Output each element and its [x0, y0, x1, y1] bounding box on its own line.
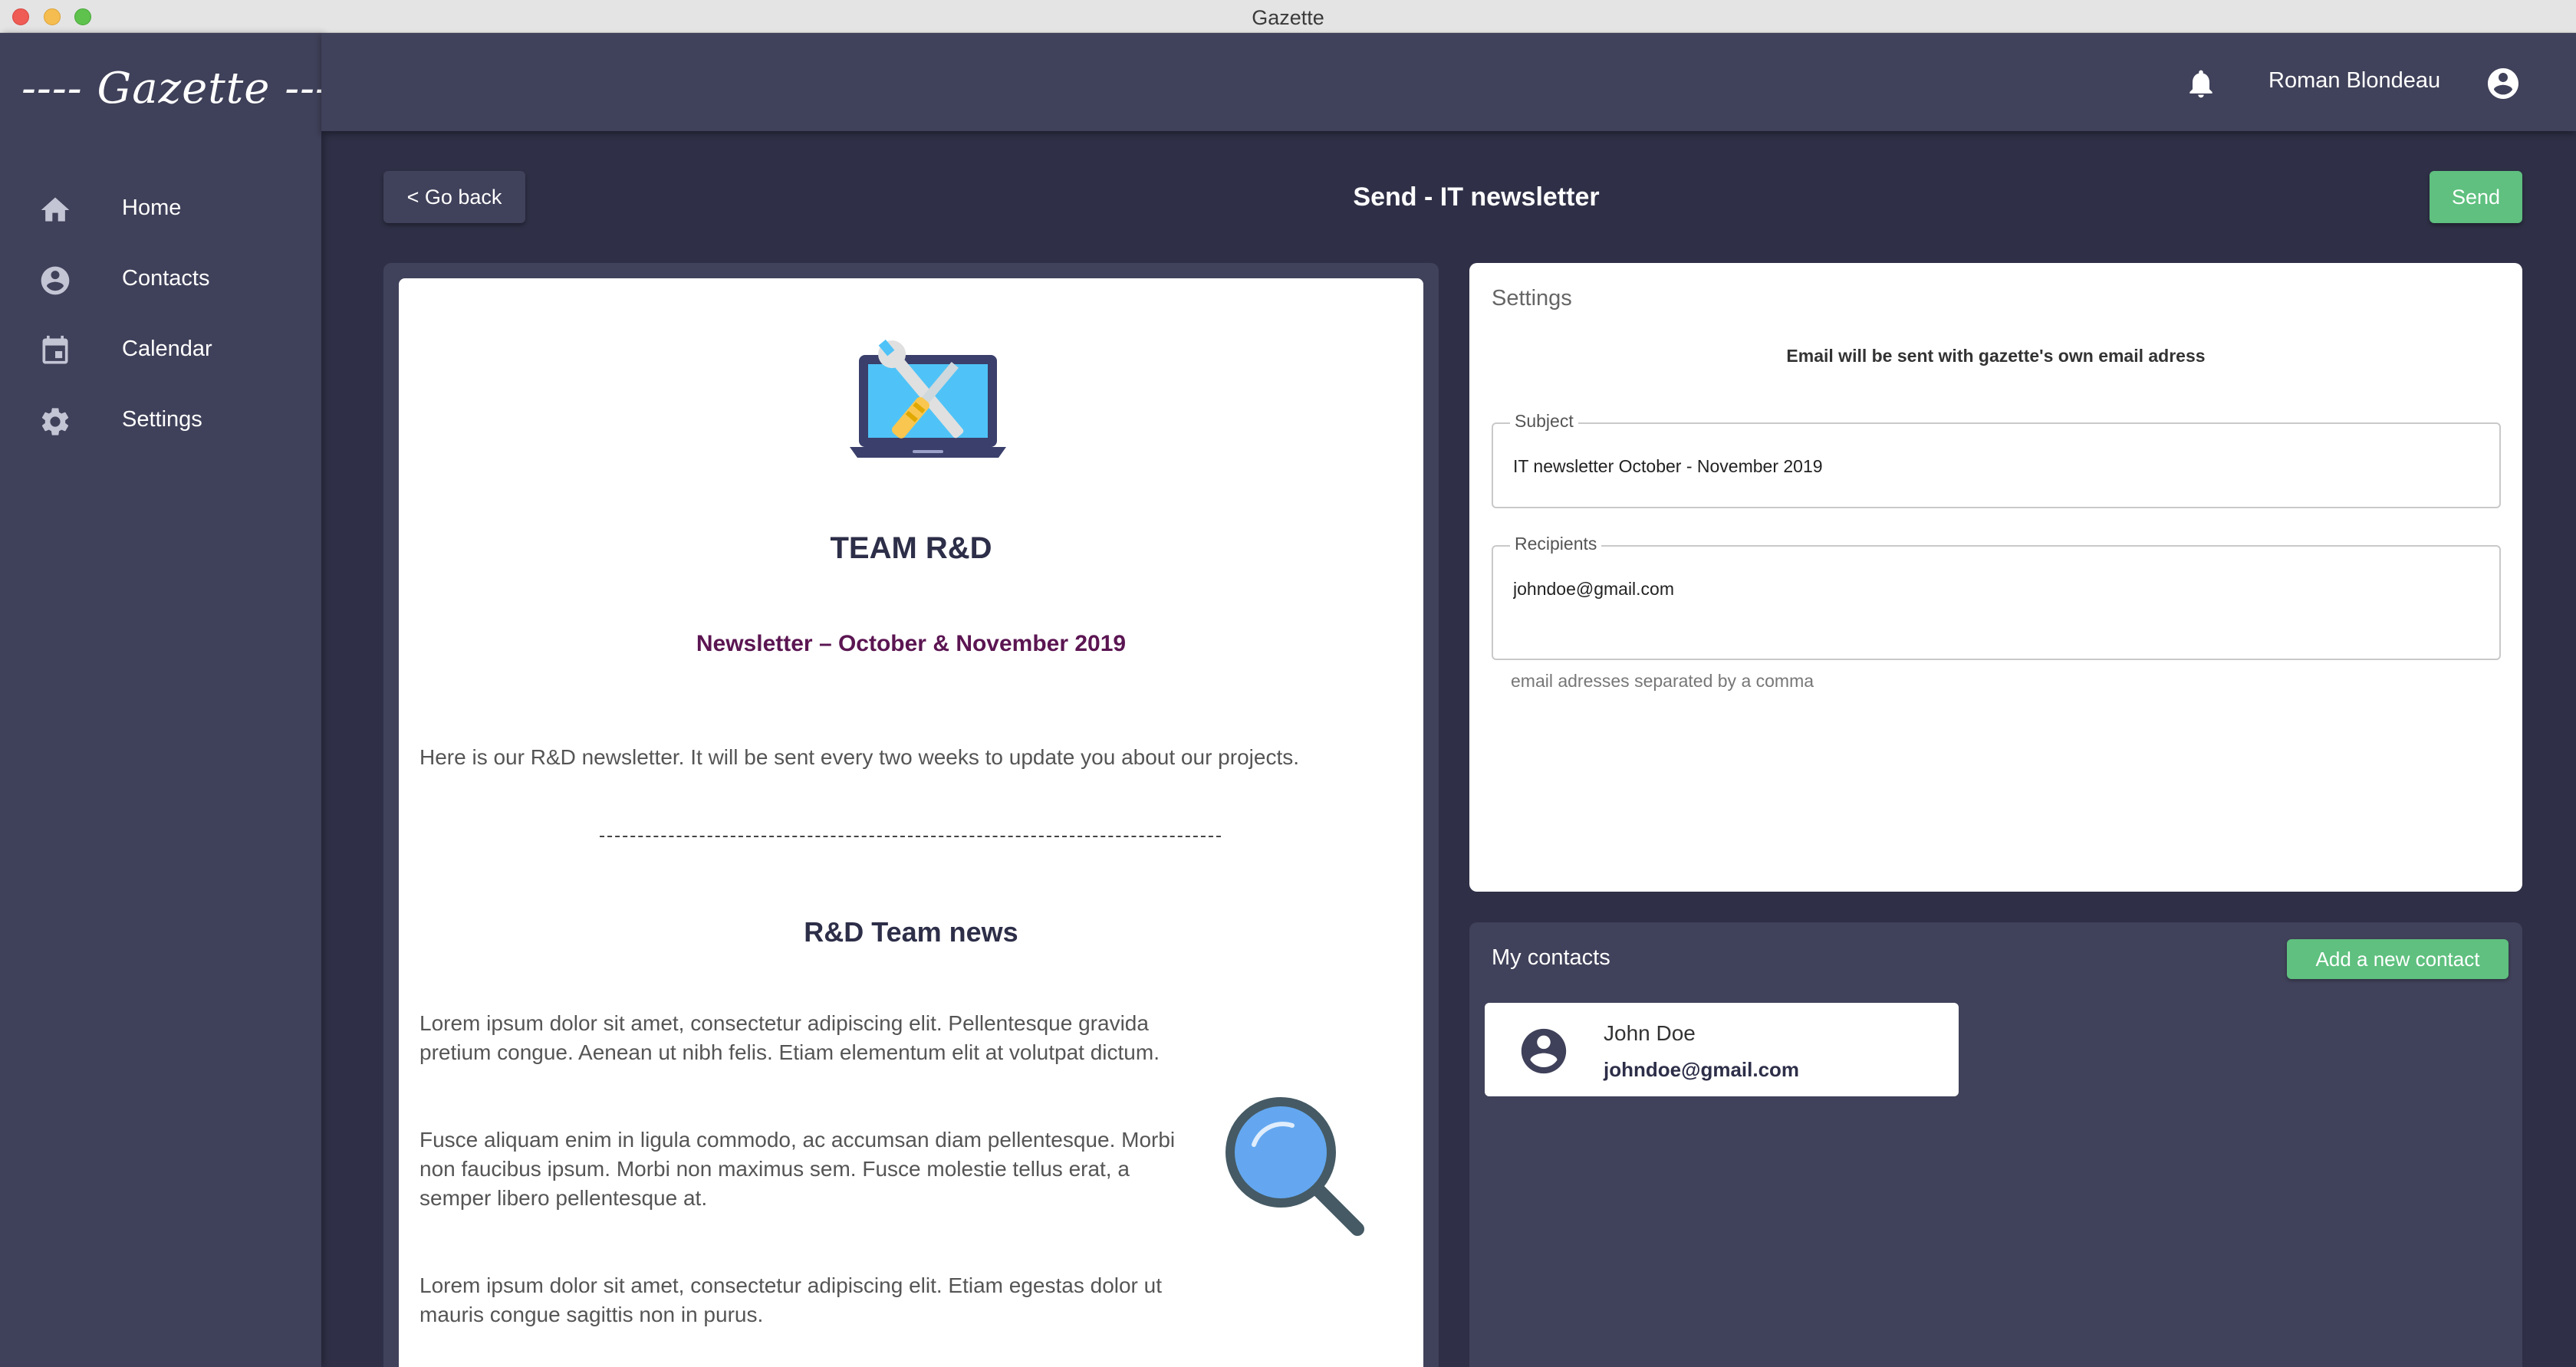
sidebar-item-home[interactable]: Home — [0, 178, 321, 239]
newsletter-paragraph: Lorem ipsum dolor sit amet, consectetur … — [419, 1011, 1160, 1064]
recipients-input[interactable] — [1513, 579, 2479, 600]
send-button[interactable]: Send — [2430, 171, 2522, 223]
account-circle-icon — [41, 266, 70, 295]
subject-label: Subject — [1510, 411, 1578, 432]
sidebar: ---- Gazette ---- Home Contacts Calendar… — [0, 33, 345, 1367]
user-name[interactable]: Roman Blondeau — [2268, 68, 2440, 94]
add-contact-button[interactable]: Add a new contact — [2287, 939, 2509, 979]
window-title: Gazette — [1252, 6, 1324, 29]
newsletter-preview[interactable]: TEAM R&D Newsletter – October & November… — [399, 278, 1423, 1367]
settings-title: Settings — [1492, 286, 1572, 311]
bell-icon[interactable] — [2184, 67, 2218, 100]
sidebar-item-contacts[interactable]: Contacts — [0, 248, 321, 310]
calendar-icon — [42, 335, 68, 364]
settings-panel: Settings Email will be sent with gazette… — [1469, 263, 2522, 892]
brand-logo: ---- Gazette ---- — [21, 64, 346, 113]
page-title: Send - IT newsletter — [1353, 182, 1600, 212]
magnifier-illustration — [1225, 1097, 1364, 1236]
subject-input[interactable] — [1513, 456, 2479, 477]
account-circle-icon[interactable] — [2485, 65, 2522, 102]
recipients-field[interactable]: Recipients — [1492, 534, 2501, 660]
sidebar-item-label: Settings — [122, 407, 202, 432]
contact-card[interactable]: John Doe johndoe@gmail.com — [1485, 1003, 1959, 1096]
sidebar-item-settings[interactable]: Settings — [0, 389, 321, 451]
newsletter-intro: Here is our R&D newsletter. It will be s… — [419, 745, 1300, 769]
gear-icon — [41, 408, 69, 435]
laptop-tools-illustration — [850, 339, 1006, 458]
newsletter-section-title: R&D Team news — [804, 916, 1018, 948]
contacts-panel: My contacts Add a new contact John Doe j… — [1469, 922, 2522, 1367]
recipients-helper-text: email adresses separated by a comma — [1511, 671, 1814, 691]
avatar — [1521, 1028, 1567, 1074]
sidebar-item-label: Home — [122, 196, 182, 220]
contact-email: johndoe@gmail.com — [1604, 1058, 1800, 1081]
sidebar-item-label: Contacts — [122, 266, 210, 291]
newsletter-paragraph: Fusce aliquam enim in ligula commodo, ac… — [419, 1128, 1176, 1210]
sidebar-item-calendar[interactable]: Calendar — [0, 319, 321, 380]
sidebar-item-label: Calendar — [122, 337, 212, 361]
window-titlebar: Gazette — [0, 0, 2576, 33]
contacts-title: My contacts — [1492, 945, 1610, 970]
newsletter-subtitle: Newsletter – October & November 2019 — [696, 631, 1127, 656]
app-header — [321, 33, 2576, 131]
newsletter-team-title: TEAM R&D — [830, 531, 992, 565]
newsletter-paragraph: Lorem ipsum dolor sit amet, consectetur … — [419, 1273, 1163, 1326]
home-icon — [41, 197, 70, 222]
sender-note: Email will be sent with gazette's own em… — [1786, 346, 2206, 366]
newsletter-separator — [600, 836, 1221, 837]
subject-field[interactable]: Subject — [1492, 411, 2501, 508]
go-back-button[interactable]: < Go back — [383, 171, 525, 223]
contact-name: John Doe — [1604, 1021, 1696, 1045]
recipients-label: Recipients — [1510, 534, 1602, 554]
